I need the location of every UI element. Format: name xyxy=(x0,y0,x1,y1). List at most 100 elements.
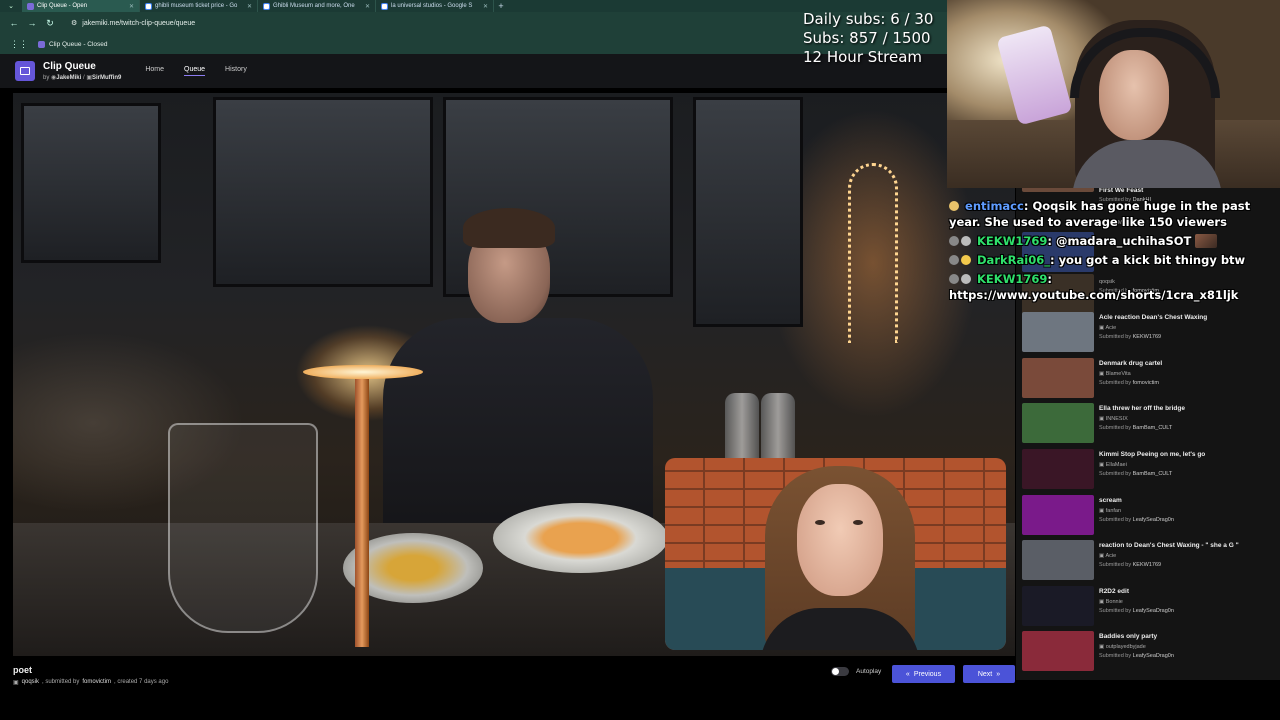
app-authors: by ◉JakeMiki / ▣SirMuffin9 xyxy=(43,75,122,81)
twitch-icon: ▣ xyxy=(1099,371,1105,377)
chat-message: DarkRai06_: you got a kick bit thingy bt… xyxy=(949,252,1279,268)
queue-item[interactable]: reaction to Dean's Chest Waxing - " she … xyxy=(1022,540,1277,582)
url-text: jakemiki.me/twitch-clip-queue/queue xyxy=(82,19,196,27)
wine-glass xyxy=(168,423,318,633)
back-icon[interactable]: ← xyxy=(9,18,19,28)
forward-icon[interactable]: → xyxy=(27,18,37,28)
tab-ghibli-museum[interactable]: Ghibli Museum and more, One ✕ xyxy=(258,0,376,12)
clip-thumbnail xyxy=(1022,312,1094,352)
plate xyxy=(493,503,668,573)
badge-icon xyxy=(949,274,959,284)
author-link[interactable]: JakeMiki xyxy=(56,75,81,81)
queue-item[interactable]: scream ▣ fanfan Submitted by LeafySeaDra… xyxy=(1022,495,1277,537)
twitch-icon: ▣ xyxy=(1099,644,1105,650)
nav-home[interactable]: Home xyxy=(145,66,164,76)
autoplay-label: Autoplay xyxy=(856,668,882,675)
author-link[interactable]: SirMuffin9 xyxy=(92,75,121,81)
clip-thumbnail xyxy=(1022,586,1094,626)
queue-item[interactable]: Denmark drug cartel ▣ BlameVita Submitte… xyxy=(1022,358,1277,400)
close-tab-icon[interactable]: ✕ xyxy=(365,3,370,10)
total-subs: Subs: 857 / 1500 xyxy=(803,29,931,47)
queue-item[interactable]: Kimmi Stop Peeing on me, let's go ▣ Ella… xyxy=(1022,449,1277,491)
emoji-icon xyxy=(961,255,971,265)
badge-icon xyxy=(949,236,959,246)
google-favicon-icon xyxy=(263,2,270,10)
chat-username: DarkRai06_ xyxy=(977,253,1050,267)
bottom-letterbox xyxy=(0,690,1280,720)
queue-item[interactable]: Baddies only party ▣ outplayedbyjade Sub… xyxy=(1022,631,1277,673)
autoplay-toggle[interactable] xyxy=(831,667,849,676)
clip-queue-favicon-icon xyxy=(27,2,34,10)
chat-username: KEKW1769 xyxy=(977,234,1048,248)
background-window xyxy=(693,97,803,327)
clip-thumbnail xyxy=(1022,631,1094,671)
main-nav: Home Queue History xyxy=(145,66,247,76)
tab-clip-queue[interactable]: Clip Queue - Open ✕ xyxy=(22,0,140,12)
clip-thumbnail xyxy=(1022,403,1094,443)
stream-goal: 12 Hour Stream xyxy=(803,48,923,66)
close-tab-icon[interactable]: ✕ xyxy=(129,3,134,10)
previous-button[interactable]: « Previous xyxy=(892,665,955,683)
clip-title: poet xyxy=(13,665,32,675)
clip-thumbnail xyxy=(1022,540,1094,580)
nav-queue[interactable]: Queue xyxy=(184,66,206,76)
tab-universal[interactable]: la universal studios - Google S ✕ xyxy=(376,0,494,12)
clip-thumbnail xyxy=(1022,449,1094,489)
close-tab-icon[interactable]: ✕ xyxy=(483,3,488,10)
bookmark-clip-queue[interactable]: Clip Queue - Closed xyxy=(38,40,108,48)
badge-icon xyxy=(949,201,959,211)
chat-message: KEKW1769: https://www.youtube.com/shorts… xyxy=(949,272,1239,302)
twitch-icon: ▣ xyxy=(1099,508,1105,514)
clip-submitter: fomovictim xyxy=(82,679,112,685)
clip-channel[interactable]: qoqsik xyxy=(22,679,39,686)
string-lights xyxy=(848,163,898,343)
streamer-webcam xyxy=(947,0,1280,188)
skull-icon xyxy=(961,236,971,246)
clip-queue-favicon-icon xyxy=(38,40,45,48)
chat-text: you got a kick bit thingy btw xyxy=(1058,253,1246,267)
skull-icon xyxy=(961,274,971,284)
close-tab-icon[interactable]: ✕ xyxy=(247,3,252,10)
table-lamp xyxy=(303,365,423,379)
lamp-stem xyxy=(355,377,369,647)
clip-thumbnail xyxy=(1022,358,1094,398)
app-title: Clip Queue xyxy=(43,61,96,72)
daily-subs: Daily subs: 6 / 30 xyxy=(803,10,934,28)
chat-message: KEKW1769: @madara_uchihaSOT xyxy=(949,233,1279,249)
tab-search-icon[interactable]: ⌄ xyxy=(0,2,22,10)
tab-ghibli-ticket[interactable]: ghibli museum ticket price - Go ✕ xyxy=(140,0,258,12)
clip-thumbnail xyxy=(1022,495,1094,535)
tv-logo-icon[interactable] xyxy=(15,61,35,81)
google-favicon-icon xyxy=(145,2,152,10)
autoplay-control: Autoplay xyxy=(831,667,881,676)
twitch-icon: ▣ xyxy=(13,680,19,686)
twitch-icon: ▣ xyxy=(1099,462,1105,468)
stream-stats-overlay: Daily subs: 6 / 30 Subs: 857 / 1500 12 H… xyxy=(803,10,933,67)
chat-text: @madara_uchihaSOT xyxy=(1056,234,1192,248)
site-info-icon[interactable]: ⚙ xyxy=(71,19,77,27)
nav-history[interactable]: History xyxy=(225,66,247,76)
url-field[interactable]: ⚙ jakemiki.me/twitch-clip-queue/queue xyxy=(63,16,203,30)
next-button[interactable]: Next » xyxy=(963,665,1015,683)
badge-icon xyxy=(949,255,959,265)
twitch-icon: ▣ xyxy=(1099,599,1105,605)
reload-icon[interactable]: ↻ xyxy=(45,18,55,29)
background-window xyxy=(21,103,161,263)
double-chevron-left-icon: « xyxy=(905,670,910,678)
chat-message: entimacc: Qoqsik has gone huge in the pa… xyxy=(949,199,1251,229)
apps-grid-icon[interactable]: ⋮⋮ xyxy=(10,39,28,50)
facecam-inset xyxy=(665,458,1006,650)
queue-item[interactable]: Ella threw her off the bridge ▣ INNESIX … xyxy=(1022,403,1277,445)
chat-username: entimacc xyxy=(965,199,1024,213)
queue-item[interactable]: R2D2 edit ▣ Bonnie Submitted by LeafySea… xyxy=(1022,586,1277,628)
brand: Clip Queue by ◉JakeMiki / ▣SirMuffin9 xyxy=(43,61,121,81)
chat-overlay: entimacc: Qoqsik has gone huge in the pa… xyxy=(949,198,1279,306)
water-bottle xyxy=(725,393,759,463)
emote-icon xyxy=(1195,234,1218,248)
queue-item[interactable]: Acle reaction Dean's Chest Waxing ▣ Acie… xyxy=(1022,312,1277,354)
double-chevron-right-icon: » xyxy=(996,670,1001,678)
twitch-icon: ▣ xyxy=(1099,416,1105,422)
google-favicon-icon xyxy=(381,2,388,10)
twitch-icon: ▣ xyxy=(1099,325,1105,331)
new-tab-icon[interactable]: + xyxy=(494,1,508,11)
